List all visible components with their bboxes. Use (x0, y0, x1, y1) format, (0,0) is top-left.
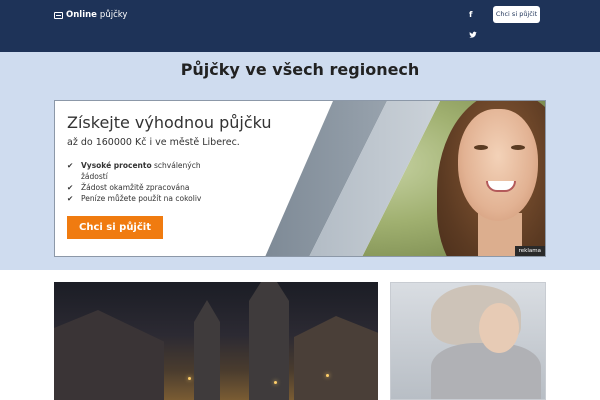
benefit-item: Peníze můžete použít na cokoliv (67, 193, 201, 204)
woman-face (458, 109, 538, 221)
woman-scarf (431, 343, 541, 399)
header-cta-button[interactable]: Chci si půjčit (493, 6, 540, 23)
ad-label: reklama (514, 246, 545, 256)
city-photo[interactable] (54, 282, 378, 400)
brand-bold: Online (66, 10, 97, 20)
benefit-text: Peníze můžete použít na cokoliv (81, 194, 202, 203)
facebook-icon[interactable]: f (469, 10, 472, 19)
tower-shape (54, 310, 164, 400)
woman-eye (511, 145, 525, 150)
woman-face (479, 303, 519, 353)
brand-link[interactable]: Online půjčky (54, 10, 127, 20)
brand-rest: půjčky (99, 10, 128, 20)
banner-cta-button[interactable]: Chci si půjčit (67, 216, 163, 239)
benefits-list: Vysoké procento schválených žádostí Žádo… (67, 160, 201, 204)
page-title: Půjčky ve všech regionech (180, 60, 420, 79)
benefit-text: Žádost okamžitě zpracována (81, 183, 190, 192)
loan-banner[interactable]: Získejte výhodnou půjčku až do 160000 Kč… (54, 100, 546, 257)
benefit-item: Vysoké procento schválených žádostí (67, 160, 201, 182)
winter-photo[interactable] (390, 282, 546, 400)
benefit-item: Žádost okamžitě zpracována (67, 182, 201, 193)
street-light (188, 377, 191, 380)
banner-headline: Získejte výhodnou půjčku (67, 113, 272, 132)
tower-shape (249, 282, 289, 400)
twitter-icon[interactable] (469, 31, 477, 41)
benefit-bold: Vysoké procento (81, 161, 152, 170)
woman-eye (474, 145, 488, 150)
banner-photo (265, 101, 545, 256)
money-icon (54, 11, 63, 19)
street-light (326, 374, 329, 377)
banner-subline: až do 160000 Kč i ve městě Liberec. (67, 137, 240, 148)
tower-shape (194, 300, 220, 400)
tower-shape (294, 316, 378, 400)
benefit-text: žádostí (81, 172, 108, 181)
site-header: Online půjčky f Chci si půjčit (0, 0, 600, 52)
benefit-text: schválených (151, 161, 201, 170)
street-light (274, 381, 277, 384)
